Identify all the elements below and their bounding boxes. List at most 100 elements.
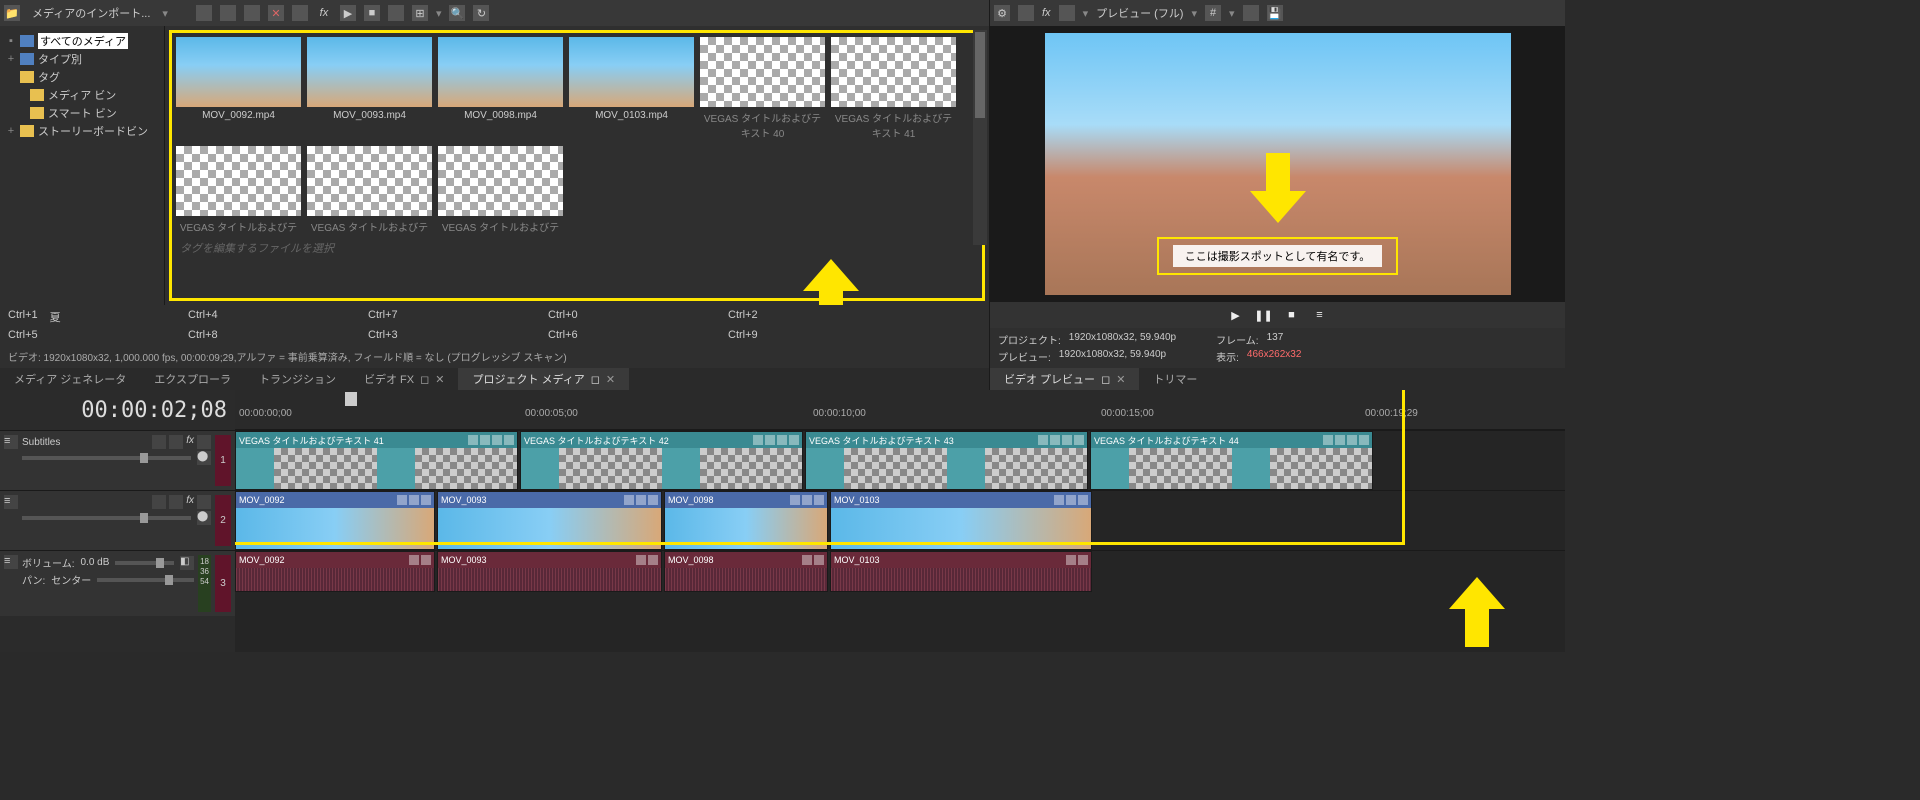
record-icon[interactable]: ⬤ <box>197 451 211 465</box>
cut-icon[interactable] <box>196 5 212 21</box>
copy-snapshot-icon[interactable] <box>1243 5 1259 21</box>
mute-icon[interactable] <box>197 495 211 509</box>
track-lane-video[interactable]: MOV_0092 MOV_0093 MOV_0098 MOV_0103 <box>235 490 1565 550</box>
tree-all-media[interactable]: ▪すべてのメディア <box>4 32 160 50</box>
capture-icon[interactable] <box>220 5 236 21</box>
audio-clip[interactable]: MOV_0098 <box>664 551 828 592</box>
shortcut[interactable]: Ctrl+7 <box>368 309 528 325</box>
tab-video-fx[interactable]: ビデオ FX ◻ ✕ <box>350 368 458 390</box>
media-item[interactable]: MOV_0092.mp4 <box>176 37 301 140</box>
fx-icon[interactable] <box>409 495 419 505</box>
video-clip[interactable]: MOV_0098 <box>664 491 828 550</box>
media-item[interactable]: MOV_0103.mp4 <box>569 37 694 140</box>
refresh-icon[interactable]: ↻ <box>473 5 489 21</box>
stop-icon[interactable]: ■ <box>364 5 380 21</box>
generated-icon[interactable] <box>468 435 478 445</box>
title-clip[interactable]: VEGAS タイトルおよびテキスト 41 <box>235 431 518 490</box>
shortcut[interactable]: Ctrl+1夏 <box>8 309 168 325</box>
tag-input[interactable]: タグを編集するファイルを選択 <box>176 234 978 262</box>
track-lane-subtitles[interactable]: VEGAS タイトルおよびテキスト 41 VEGAS タイトルおよびテキスト 4… <box>235 430 1565 490</box>
bypass-icon[interactable] <box>152 495 166 509</box>
audio-clip[interactable]: MOV_0093 <box>437 551 662 592</box>
split-screen-icon[interactable] <box>1059 5 1075 21</box>
settings-icon[interactable]: ⚙ <box>994 5 1010 21</box>
tab-video-preview[interactable]: ビデオ プレビュー ◻ ✕ <box>990 368 1139 390</box>
menu-icon[interactable]: ≡ <box>4 435 18 449</box>
track-lane-audio[interactable]: MOV_0092 MOV_0093 MOV_0098 MOV_0103 <box>235 550 1565 592</box>
bypass-icon[interactable] <box>152 435 166 449</box>
level-slider[interactable] <box>22 516 191 520</box>
fx-icon[interactable]: fx <box>186 435 194 449</box>
fx-icon[interactable]: fx <box>316 5 332 21</box>
maximize-icon[interactable]: ◻ <box>420 373 429 386</box>
save-snapshot-icon[interactable]: 💾 <box>1267 5 1283 21</box>
folder-icon[interactable]: 📁 <box>4 5 20 21</box>
maximize-icon[interactable]: ◻ <box>591 373 600 386</box>
track-header-video[interactable]: ≡ fx ⬤ 2 <box>0 490 235 550</box>
automation-icon[interactable] <box>169 435 183 449</box>
menu-icon[interactable] <box>421 555 431 565</box>
video-clip[interactable]: MOV_0093 <box>437 491 662 550</box>
menu-icon[interactable]: ≡ <box>4 555 18 569</box>
timecode-display[interactable]: 00:00:02;08 <box>0 390 235 430</box>
title-clip[interactable]: VEGAS タイトルおよびテキスト 44 <box>1090 431 1373 490</box>
record-icon[interactable]: ⬤ <box>197 511 211 525</box>
tree-storyboard-bin[interactable]: +ストーリーボードビン <box>4 122 160 140</box>
volume-slider[interactable] <box>115 561 174 565</box>
shortcut[interactable]: Ctrl+3 <box>368 329 528 341</box>
search-icon[interactable]: 🔍 <box>449 5 465 21</box>
media-item[interactable]: VEGAS タイトルおよびテ <box>438 146 563 234</box>
tab-generators[interactable]: メディア ジェネレータ <box>0 368 140 390</box>
stop-button[interactable]: ■ <box>1284 307 1300 323</box>
level-slider[interactable] <box>22 456 191 460</box>
media-item[interactable]: MOV_0098.mp4 <box>438 37 563 140</box>
play-button[interactable]: ▶ <box>1228 307 1244 323</box>
fx-icon[interactable]: fx <box>186 495 194 509</box>
shortcut[interactable]: Ctrl+4 <box>188 309 348 325</box>
shortcut[interactable]: Ctrl+5 <box>8 329 168 341</box>
audio-clip[interactable]: MOV_0092 <box>235 551 435 592</box>
preview-quality-label[interactable]: プレビュー (フル) <box>1096 5 1183 21</box>
track-name[interactable]: Subtitles <box>22 437 60 448</box>
maximize-icon[interactable]: ◻ <box>1101 373 1110 386</box>
external-monitor-icon[interactable] <box>1018 5 1034 21</box>
crop-icon[interactable] <box>480 435 490 445</box>
timeline-ruler[interactable]: 00:00:00;00 00:00:05;00 00:00:10;00 00:0… <box>235 390 1565 430</box>
mute-icon[interactable] <box>197 435 211 449</box>
tab-project-media[interactable]: プロジェクト メディア ◻ ✕ <box>458 368 629 390</box>
menu-icon[interactable] <box>504 435 514 445</box>
tab-transition[interactable]: トランジション <box>245 368 350 390</box>
shortcut[interactable]: Ctrl+8 <box>188 329 348 341</box>
video-clip[interactable]: MOV_0103 <box>830 491 1092 550</box>
track-header-subtitles[interactable]: ≡ Subtitles fx ⬤ 1 <box>0 430 235 490</box>
autopreview-icon[interactable] <box>388 5 404 21</box>
shortcut[interactable]: Ctrl+6 <box>548 329 708 341</box>
media-item[interactable]: MOV_0093.mp4 <box>307 37 432 140</box>
automation-icon[interactable] <box>169 495 183 509</box>
pan-slider[interactable] <box>97 578 194 582</box>
fx-icon[interactable]: fx <box>1042 7 1051 19</box>
view-icon[interactable]: ⊞ <box>412 5 428 21</box>
tree-media-bin[interactable]: メディア ビン <box>4 86 160 104</box>
tab-explorer[interactable]: エクスプローラ <box>140 368 245 390</box>
pause-button[interactable]: ❚❚ <box>1256 307 1272 323</box>
audio-clip[interactable]: MOV_0103 <box>830 551 1092 592</box>
close-icon[interactable]: ✕ <box>606 373 615 386</box>
playhead-marker[interactable] <box>345 392 357 406</box>
menu-icon[interactable] <box>421 495 431 505</box>
track-header-audio[interactable]: ≡ ボリューム:0.0 dB◧ パン:センター 183654 3 <box>0 550 235 616</box>
tree-by-type[interactable]: +タイプ別 <box>4 50 160 68</box>
play-icon[interactable]: ▶ <box>340 5 356 21</box>
shortcut[interactable]: Ctrl+2 <box>728 309 888 325</box>
touch-icon[interactable]: ◧ <box>180 556 194 570</box>
menu-icon[interactable]: ≡ <box>1312 307 1328 323</box>
crop-icon[interactable] <box>397 495 407 505</box>
fx-icon[interactable] <box>492 435 502 445</box>
media-item[interactable]: VEGAS タイトルおよびテ <box>176 146 301 234</box>
title-clip[interactable]: VEGAS タイトルおよびテキスト 42 <box>520 431 803 490</box>
grid-icon[interactable]: # <box>1205 5 1221 21</box>
shortcut[interactable]: Ctrl+9 <box>728 329 888 341</box>
properties-icon[interactable] <box>292 5 308 21</box>
title-clip[interactable]: VEGAS タイトルおよびテキスト 43 <box>805 431 1088 490</box>
video-clip[interactable]: MOV_0092 <box>235 491 435 550</box>
